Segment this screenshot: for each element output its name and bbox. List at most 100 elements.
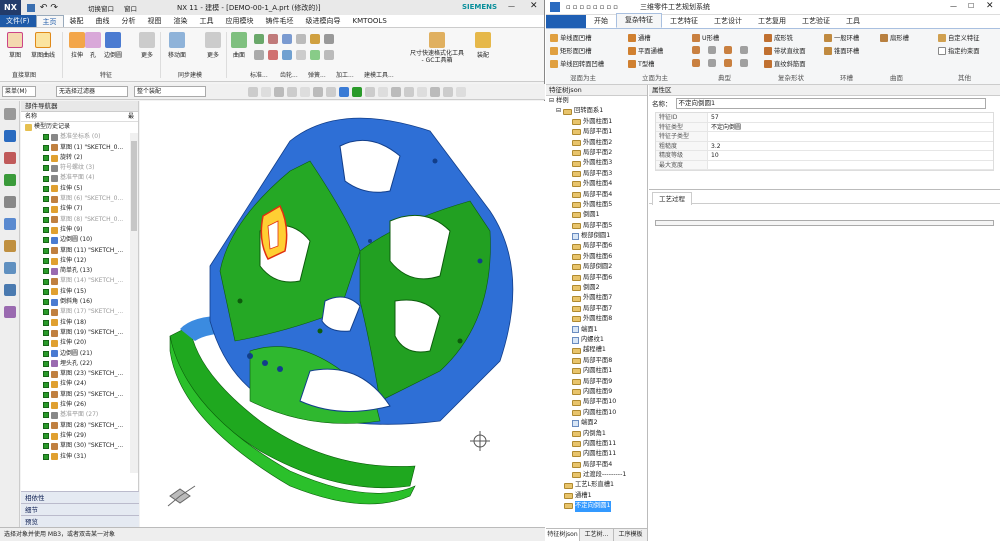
rect-groove-button[interactable]: 矩形面凹槽	[550, 46, 591, 55]
maximize-icon[interactable]: ☐	[968, 2, 974, 10]
tab-process[interactable]: 工艺过程	[652, 192, 692, 205]
close-icon[interactable]: ✕	[986, 1, 994, 11]
visibility-checkbox[interactable]	[43, 258, 49, 264]
tool-icon[interactable]	[254, 50, 264, 60]
property-value[interactable]: 3.2	[708, 142, 721, 151]
snap-icon[interactable]	[365, 86, 375, 97]
tree-feature-item[interactable]: 外圆柱面7	[546, 293, 647, 303]
tab-process-feature[interactable]: 工艺特征	[662, 15, 706, 28]
nav-feature-item[interactable]: 简单孔 (13)	[21, 266, 138, 276]
group-modeling-tools[interactable]: 建模工具...	[364, 70, 394, 79]
model-history-node[interactable]: 模型历史记录	[21, 122, 138, 132]
visibility-checkbox[interactable]	[43, 134, 49, 141]
visibility-checkbox[interactable]	[43, 288, 49, 295]
visibility-checkbox[interactable]	[43, 371, 49, 378]
tree-feature-item[interactable]: 端面2	[546, 418, 647, 428]
clock-icon[interactable]	[3, 262, 16, 274]
nav-scrollbar[interactable]	[130, 133, 138, 473]
nav-feature-item[interactable]: 拉伸 (9)	[21, 225, 138, 235]
feature-icon[interactable]	[724, 59, 732, 67]
nav-feature-item[interactable]: 埋头孔 (22)	[21, 359, 138, 369]
tree-feature-item[interactable]: 倒圆2	[546, 283, 647, 293]
preview-panel[interactable]: 预览	[21, 515, 139, 527]
reuse-library-icon[interactable]	[3, 196, 16, 208]
visibility-checkbox[interactable]	[43, 196, 49, 203]
tree-feature-item[interactable]: 外圆柱面2	[546, 138, 647, 148]
visibility-checkbox[interactable]	[43, 330, 49, 337]
visibility-checkbox[interactable]	[43, 175, 49, 182]
menu-view[interactable]: 视图	[142, 15, 168, 27]
tree-feature-item[interactable]: 内圆柱面10	[546, 408, 647, 418]
property-row[interactable]: 特征子类型	[656, 132, 993, 142]
nav-feature-item[interactable]: 边倒圆 (10)	[21, 235, 138, 245]
tree-feature-item[interactable]: 局部倒圆2	[546, 262, 647, 272]
tree-feature-item[interactable]: 工艺L形直槽1	[546, 480, 647, 490]
tab-process-tree[interactable]: 工艺树...	[580, 529, 614, 541]
tree-feature-item[interactable]: 通槽1	[546, 491, 647, 501]
tree-feature-item[interactable]: 内圆柱面1	[546, 366, 647, 376]
tree-feature-item-selected[interactable]: 不定向倒圆1	[546, 501, 647, 512]
nav-feature-item[interactable]: 拉伸 (24)	[21, 379, 138, 389]
nav-feature-item[interactable]: 拉伸 (15)	[21, 287, 138, 297]
gc-dimension-button[interactable]: 尺寸快速格式化工具 - GC工具箱	[408, 32, 466, 64]
visibility-checkbox[interactable]	[43, 237, 49, 244]
tab-tools[interactable]: 工具	[838, 15, 868, 28]
view-orient-icon[interactable]	[339, 86, 349, 97]
feature-icon[interactable]	[708, 59, 716, 67]
snap-icon[interactable]	[417, 86, 427, 97]
visibility-checkbox[interactable]	[43, 453, 49, 460]
tree-feature-item[interactable]: 局部平面6	[546, 273, 647, 283]
nav-feature-item[interactable]: 拉伸 (5)	[21, 184, 138, 194]
tree-feature-item[interactable]: 过渡段---------1	[546, 470, 647, 480]
tool-icon[interactable]	[324, 34, 334, 44]
cone-ring-groove-button[interactable]: 锥面环槽	[824, 46, 859, 55]
visibility-checkbox[interactable]	[43, 206, 49, 213]
part-navigator-icon[interactable]	[3, 174, 16, 186]
part-3d-model[interactable]	[140, 101, 545, 527]
snap-icon[interactable]	[456, 86, 466, 97]
tree-feature-item[interactable]: 端面1	[546, 325, 647, 335]
tree-feature-item[interactable]: 外圆柱面4	[546, 179, 647, 189]
snap-icon[interactable]	[274, 86, 284, 97]
constraint-face-checkbox[interactable]: 指定约束面	[938, 46, 979, 55]
menu-file[interactable]: 文件(F)	[0, 15, 36, 27]
snap-icon[interactable]	[443, 86, 453, 97]
roles-icon[interactable]	[3, 284, 16, 296]
through-slot-button[interactable]: 通槽	[628, 33, 651, 42]
plane-through-slot-button[interactable]: 平面通槽	[628, 46, 663, 55]
menu-application[interactable]: 应用模块	[220, 15, 260, 27]
visibility-checkbox[interactable]	[43, 309, 49, 316]
graphics-window[interactable]	[140, 101, 545, 527]
snap-icon[interactable]	[300, 86, 310, 97]
nav-feature-item[interactable]: 基准平面 (4)	[21, 173, 138, 183]
feature-icon[interactable]	[692, 46, 700, 54]
tree-feature-item[interactable]: 局部平面4	[546, 190, 647, 200]
tree-feature-item[interactable]: 外圆柱面5	[546, 200, 647, 210]
fan-groove-button[interactable]: 扇形槽	[880, 33, 909, 42]
tree-feature-item[interactable]: 局部平面5	[546, 221, 647, 231]
assembly-button[interactable]: 装配	[470, 32, 496, 59]
visibility-checkbox[interactable]	[43, 422, 49, 429]
property-row[interactable]: 精度等级 10	[656, 151, 993, 161]
tree-feature-item[interactable]: 局部平面8	[546, 356, 647, 366]
visibility-checkbox[interactable]	[43, 412, 49, 419]
tool-icon[interactable]	[324, 50, 334, 60]
tab-process-reuse[interactable]: 工艺复用	[750, 15, 794, 28]
nav-scroll-thumb[interactable]	[131, 141, 137, 231]
nav-feature-item[interactable]: 倒斜角 (16)	[21, 297, 138, 307]
visibility-checkbox[interactable]	[43, 185, 49, 192]
menu-analysis[interactable]: 分析	[116, 15, 142, 27]
visibility-checkbox[interactable]	[43, 433, 49, 440]
menu-assembly[interactable]: 装配	[64, 15, 90, 27]
tool-icon[interactable]	[268, 50, 278, 60]
tree-feature-item[interactable]: 局部平面7	[546, 304, 647, 314]
snap-icon[interactable]	[261, 86, 271, 97]
move-face-button[interactable]: 移动面	[164, 32, 190, 59]
visibility-checkbox[interactable]	[43, 350, 49, 357]
tree-feature-item[interactable]: 外圆柱面1	[546, 117, 647, 127]
tab-operation-template[interactable]: 工序模板	[614, 529, 648, 541]
tree-feature-item[interactable]: 局部平面9	[546, 377, 647, 387]
nav-feature-item[interactable]: 基准平面 (27)	[21, 410, 138, 420]
snap-icon[interactable]	[430, 86, 440, 97]
visibility-checkbox[interactable]	[43, 155, 49, 162]
